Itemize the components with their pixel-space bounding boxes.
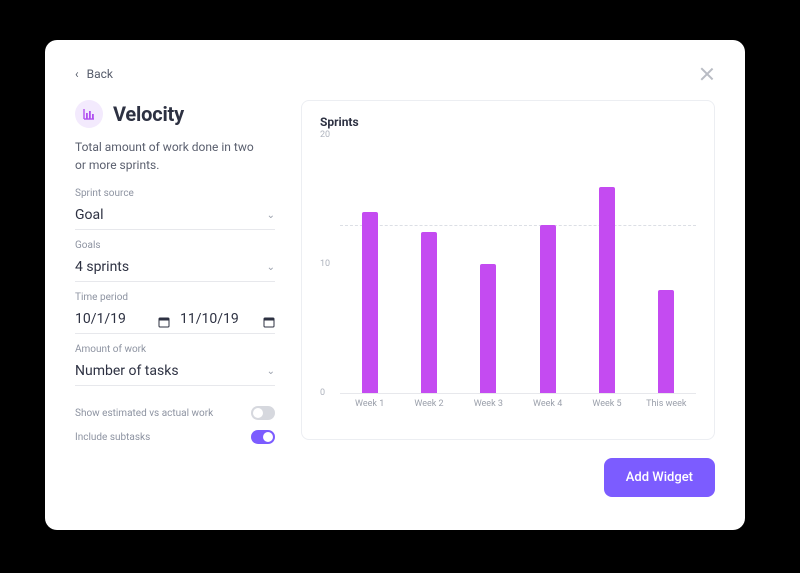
bar-column bbox=[404, 232, 454, 393]
modal-topbar: ‹ Back bbox=[75, 66, 715, 82]
x-tick-label: Week 5 bbox=[582, 399, 632, 409]
sprint-source-label: Sprint source bbox=[75, 188, 275, 199]
bar-column bbox=[582, 187, 632, 393]
time-period-range[interactable]: 10/1/19 11/10/19 bbox=[75, 307, 275, 334]
y-tick-label: 20 bbox=[320, 130, 330, 140]
back-label: Back bbox=[87, 67, 113, 81]
bar bbox=[480, 264, 496, 393]
config-panel: Velocity Total amount of work done in tw… bbox=[75, 100, 275, 506]
back-button[interactable]: ‹ Back bbox=[75, 67, 113, 81]
toggle-estimated-vs-actual[interactable] bbox=[251, 406, 275, 420]
add-widget-button[interactable]: Add Widget bbox=[604, 458, 715, 497]
goals-label: Goals bbox=[75, 240, 275, 251]
amount-of-work-value: Number of tasks bbox=[75, 363, 179, 379]
calendar-icon bbox=[158, 313, 170, 325]
goals-select[interactable]: 4 sprints ⌄ bbox=[75, 255, 275, 282]
date-to: 11/10/19 bbox=[180, 311, 253, 327]
x-tick-label: This week bbox=[641, 399, 691, 409]
amount-of-work-label: Amount of work bbox=[75, 344, 275, 355]
x-tick-label: Week 2 bbox=[404, 399, 454, 409]
amount-of-work-select[interactable]: Number of tasks ⌄ bbox=[75, 359, 275, 386]
calendar-icon bbox=[263, 313, 275, 325]
chevron-down-icon: ⌄ bbox=[267, 262, 275, 273]
goals-value: 4 sprints bbox=[75, 259, 129, 275]
page-description: Total amount of work done in two or more… bbox=[75, 138, 265, 174]
bar bbox=[658, 290, 674, 393]
bar bbox=[362, 212, 378, 393]
bar-column bbox=[523, 225, 573, 393]
bars-group bbox=[340, 135, 696, 393]
date-from: 10/1/19 bbox=[75, 311, 148, 327]
bar-column bbox=[463, 264, 513, 393]
widget-config-modal: ‹ Back Velocity Total amount of work don… bbox=[45, 40, 745, 530]
y-tick-label: 0 bbox=[320, 388, 325, 398]
x-tick-label: Week 1 bbox=[345, 399, 395, 409]
chart-card: Sprints 01020Week 1Week 2Week 3Week 4Wee… bbox=[301, 100, 715, 440]
bar-column bbox=[345, 212, 395, 393]
toggle-estimated-label: Show estimated vs actual work bbox=[75, 408, 213, 419]
bar bbox=[540, 225, 556, 393]
toggle-subtasks-label: Include subtasks bbox=[75, 432, 150, 443]
chart-title: Sprints bbox=[320, 115, 696, 129]
y-tick-label: 10 bbox=[320, 259, 330, 269]
time-period-label: Time period bbox=[75, 292, 275, 303]
chevron-down-icon: ⌄ bbox=[267, 210, 275, 221]
bar bbox=[421, 232, 437, 393]
bar-column bbox=[641, 290, 691, 393]
sprint-source-select[interactable]: Goal ⌄ bbox=[75, 203, 275, 230]
x-axis-labels: Week 1 Week 2 Week 3 Week 4 Week 5 This week bbox=[340, 393, 696, 409]
toggle-include-subtasks[interactable] bbox=[251, 430, 275, 444]
page-title: Velocity bbox=[113, 102, 184, 126]
sprint-source-value: Goal bbox=[75, 207, 104, 223]
bar bbox=[599, 187, 615, 393]
close-icon[interactable] bbox=[699, 66, 715, 82]
chevron-left-icon: ‹ bbox=[75, 67, 79, 81]
chart-area: 01020Week 1Week 2Week 3Week 4Week 5This … bbox=[320, 135, 696, 429]
x-tick-label: Week 3 bbox=[463, 399, 513, 409]
velocity-icon bbox=[75, 100, 103, 128]
chevron-down-icon: ⌄ bbox=[267, 366, 275, 377]
x-tick-label: Week 4 bbox=[523, 399, 573, 409]
